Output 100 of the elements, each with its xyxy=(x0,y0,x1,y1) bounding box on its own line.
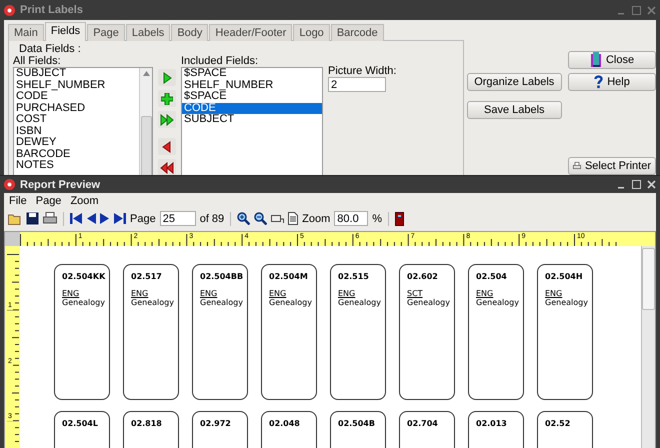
all-fields-label: All Fields: xyxy=(13,55,62,67)
label-code: 02.704 xyxy=(407,419,439,428)
all-fields-list[interactable]: SUBJECT SHELF_NUMBER CODE PURCHASED COST ISBN DEWEY BARCODE NOTES xyxy=(13,67,153,175)
menu-item[interactable]: Zoom xyxy=(70,195,99,207)
remove-button[interactable] xyxy=(158,138,176,155)
label-code: 02.517 xyxy=(131,272,163,281)
menu-item[interactable]: File xyxy=(9,195,27,207)
door-icon xyxy=(590,52,602,68)
close-button[interactable]: Close xyxy=(568,51,656,69)
label-code: 02.048 xyxy=(269,419,301,428)
action-button[interactable]: Organize Labels xyxy=(466,73,562,91)
included-fields-list[interactable]: $SPACE SHELF_NUMBER $SPACE CODE SUBJECT xyxy=(181,67,323,175)
maximize-icon[interactable] xyxy=(632,180,641,189)
list-item[interactable]: SUBJECT xyxy=(16,68,137,80)
group-title: Data Fields : xyxy=(18,43,82,55)
list-item[interactable]: PURCHASED xyxy=(16,102,137,114)
percent-label: % xyxy=(372,212,382,224)
label-subject-code: ENG xyxy=(269,289,288,298)
exit-door-icon[interactable] xyxy=(395,212,404,226)
printer-icon xyxy=(573,160,581,172)
next-page-icon[interactable] xyxy=(100,213,110,224)
label-code: 02.504BB xyxy=(200,272,240,281)
back-icon xyxy=(162,140,172,152)
action-button[interactable]: Save Labels xyxy=(466,101,562,119)
list-item[interactable]: ISBN xyxy=(16,126,137,137)
tab[interactable]: Page xyxy=(87,24,125,41)
label-code: 02.972 xyxy=(200,419,232,428)
previous-page-icon[interactable] xyxy=(86,213,96,224)
close-icon[interactable] xyxy=(647,180,656,189)
app-icon xyxy=(4,4,15,16)
label-code: 02.504M xyxy=(269,272,309,281)
zoom-in-icon[interactable] xyxy=(237,212,250,225)
label-subject-code: ENG xyxy=(476,289,494,298)
list-item[interactable]: NOTES xyxy=(16,160,137,172)
label-code: 02.504L xyxy=(62,419,99,428)
label-code: 02.013 xyxy=(476,419,508,428)
printer-icon[interactable] xyxy=(43,212,57,225)
tab[interactable]: Main xyxy=(8,24,44,41)
double-play-icon xyxy=(160,114,174,126)
label-subject-code: SCT xyxy=(407,289,424,298)
folder-icon[interactable] xyxy=(8,212,22,224)
add-all-button[interactable] xyxy=(158,111,176,128)
label-subject-code: ENG xyxy=(200,289,218,298)
zoom-out-icon[interactable] xyxy=(254,212,268,225)
list-item[interactable]: $SPACE xyxy=(184,68,320,80)
list-item[interactable]: $SPACE xyxy=(184,91,320,102)
label-code: 02.515 xyxy=(338,272,370,281)
tab[interactable]: Labels xyxy=(126,24,170,41)
label-code: 02.818 xyxy=(131,419,163,428)
tab[interactable]: Logo xyxy=(293,24,330,41)
list-item[interactable]: CODE xyxy=(16,91,137,102)
app-icon xyxy=(4,179,15,190)
select-printer-button[interactable]: Select Printer xyxy=(568,157,656,175)
label-subject-code: ENG xyxy=(131,289,150,298)
picture-width-label: Picture Width: xyxy=(328,65,396,77)
zoom-label: Zoom xyxy=(302,212,330,224)
window-title: Report Preview xyxy=(20,178,102,190)
help-button[interactable]: Help xyxy=(568,73,656,91)
zoom-field[interactable]: 80.0 xyxy=(334,211,368,226)
list-item[interactable]: DEWEY xyxy=(16,137,137,148)
tab[interactable]: Header/Footer xyxy=(209,24,292,41)
label-code: 02.602 xyxy=(407,272,439,281)
last-page-icon[interactable] xyxy=(114,213,126,224)
scroll-thumb[interactable] xyxy=(140,116,152,175)
page-total: of 89 xyxy=(200,212,224,224)
scroll-thumb[interactable] xyxy=(642,248,655,310)
list-item[interactable]: SUBJECT xyxy=(184,114,320,126)
save-icon[interactable] xyxy=(26,212,39,225)
scroll-up-icon[interactable] xyxy=(142,71,150,76)
label-code: 02.504 xyxy=(476,272,508,281)
document-icon[interactable] xyxy=(288,212,298,225)
picture-width-field[interactable]: 2 xyxy=(328,77,386,92)
tab[interactable]: Body xyxy=(171,24,208,41)
label-subject-code: ENG xyxy=(62,289,80,298)
label-code: 02.52 xyxy=(545,419,572,428)
label-code: 02.504H xyxy=(545,272,584,281)
label-code: 02.504B xyxy=(338,419,376,428)
first-page-icon[interactable] xyxy=(70,213,82,224)
window-title: Print Labels xyxy=(20,4,84,16)
play-icon xyxy=(162,72,172,84)
page-width-icon[interactable] xyxy=(271,213,284,224)
page-number-field[interactable]: 25 xyxy=(160,211,196,226)
plus-icon xyxy=(161,92,173,104)
list-item[interactable]: SHELF_NUMBER xyxy=(184,80,320,91)
tab[interactable]: Barcode xyxy=(330,24,384,41)
label-subject-code: ENG xyxy=(338,289,356,298)
list-item[interactable]: SHELF_NUMBER xyxy=(16,80,137,91)
tab[interactable]: Fields xyxy=(44,22,86,41)
insert-button[interactable] xyxy=(158,90,176,107)
list-item[interactable]: CODE xyxy=(182,102,322,114)
list-item[interactable]: BARCODE xyxy=(16,148,137,160)
page-label: Page xyxy=(130,212,156,224)
label-subject-code: ENG xyxy=(545,289,564,298)
question-icon xyxy=(594,75,604,89)
remove-all-button[interactable] xyxy=(158,159,176,175)
add-button[interactable] xyxy=(158,69,176,86)
scrollbar[interactable] xyxy=(139,68,152,175)
list-item[interactable]: COST xyxy=(16,114,137,126)
menu-item[interactable]: Page xyxy=(36,195,62,207)
included-fields-label: Included Fields: xyxy=(181,55,260,67)
